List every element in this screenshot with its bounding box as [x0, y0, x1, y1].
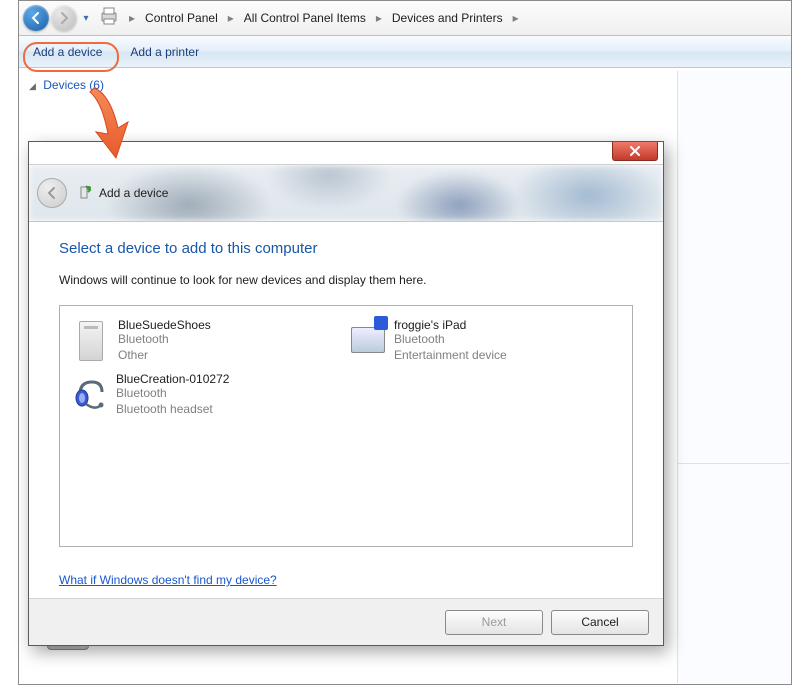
device-wizard-icon: [77, 184, 93, 203]
button-label: Cancel: [581, 615, 618, 629]
add-device-dialog: Add a device Select a device to add to t…: [28, 141, 664, 646]
chevron-right-icon[interactable]: ▸: [511, 11, 521, 25]
nav-forward-button[interactable]: [51, 5, 77, 31]
dialog-titlebar[interactable]: [29, 142, 663, 165]
nav-back-button[interactable]: [23, 5, 49, 31]
devices-category-header[interactable]: ◢ Devices (6): [27, 74, 783, 96]
dialog-subtext: Windows will continue to look for new de…: [59, 273, 633, 287]
device-name: froggie's iPad: [394, 318, 507, 332]
dialog-footer: Next Cancel: [29, 598, 663, 645]
device-type: Bluetooth: [116, 386, 229, 402]
command-label: Add a device: [33, 45, 102, 59]
dialog-title: Add a device: [99, 186, 168, 200]
device-type: Bluetooth: [394, 332, 507, 348]
entertainment-device-icon: [350, 318, 386, 362]
breadcrumb[interactable]: Devices and Printers: [386, 5, 509, 31]
dialog-body: Select a device to add to this computer …: [29, 222, 663, 597]
add-printer-command[interactable]: Add a printer: [116, 41, 213, 63]
nav-history-dropdown[interactable]: ▾: [79, 13, 93, 24]
breadcrumb[interactable]: Control Panel: [139, 5, 224, 31]
category-count: (6): [89, 78, 104, 92]
device-name: BlueSuedeShoes: [118, 318, 211, 332]
close-icon: [629, 146, 641, 156]
dialog-back-button: [37, 178, 67, 208]
button-label: Next: [482, 615, 507, 629]
collapse-triangle-icon: ◢: [29, 81, 36, 91]
help-link[interactable]: What if Windows doesn't find my device?: [59, 573, 277, 587]
breadcrumb[interactable]: All Control Panel Items: [238, 5, 372, 31]
computer-tower-icon: [79, 321, 103, 361]
close-button[interactable]: [612, 142, 658, 161]
command-bar: Add a device Add a printer: [19, 36, 791, 68]
cancel-button[interactable]: Cancel: [551, 610, 649, 635]
device-item[interactable]: BlueCreation-010272 Bluetooth Bluetooth …: [68, 370, 346, 419]
device-name: BlueCreation-010272: [116, 372, 229, 386]
dialog-heading: Select a device to add to this computer: [59, 240, 633, 257]
printer-icon: [99, 7, 119, 30]
add-device-command[interactable]: Add a device: [19, 41, 116, 63]
details-pane: [677, 71, 790, 683]
device-subtype: Entertainment device: [394, 348, 507, 364]
device-subtype: Other: [118, 348, 211, 364]
dialog-header: Add a device: [29, 165, 663, 222]
device-item[interactable]: froggie's iPad Bluetooth Entertainment d…: [346, 316, 624, 366]
nav-toolbar: ▾ ▸ Control Panel ▸ All Control Panel It…: [19, 1, 791, 36]
category-name: Devices: [43, 78, 86, 92]
headset-icon: [72, 372, 108, 416]
next-button[interactable]: Next: [445, 610, 543, 635]
chevron-right-icon[interactable]: ▸: [127, 11, 137, 25]
chevron-right-icon[interactable]: ▸: [374, 11, 384, 25]
device-item[interactable]: BlueSuedeShoes Bluetooth Other: [68, 316, 346, 366]
device-list: BlueSuedeShoes Bluetooth Other froggie's…: [59, 305, 633, 547]
device-subtype: Bluetooth headset: [116, 402, 229, 418]
command-label: Add a printer: [130, 45, 199, 59]
chevron-right-icon[interactable]: ▸: [226, 11, 236, 25]
device-type: Bluetooth: [118, 332, 211, 348]
